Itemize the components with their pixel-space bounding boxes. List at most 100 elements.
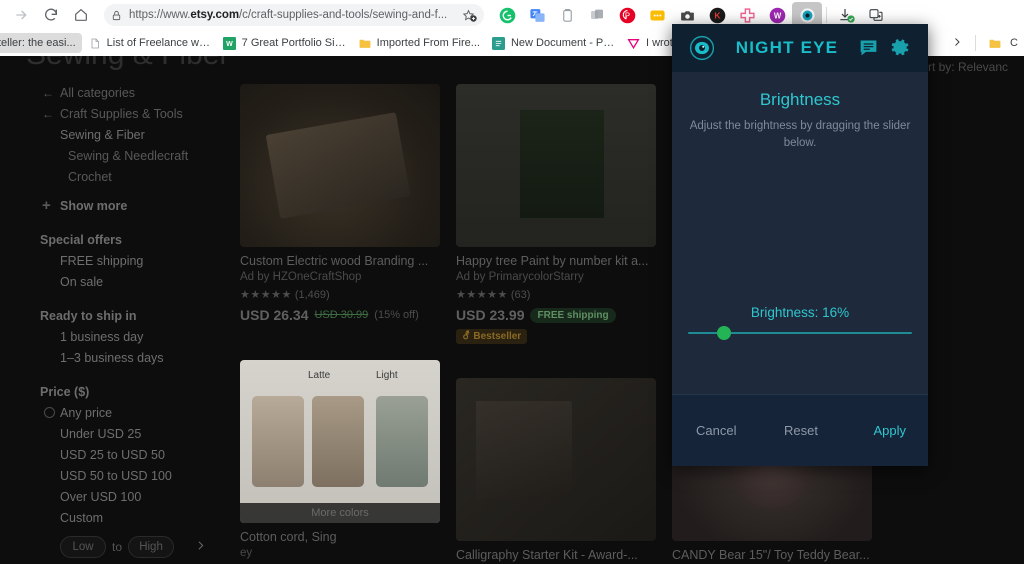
pinterest-save-extension-icon[interactable]: P — [612, 2, 642, 28]
sidebar-item-1-business-day[interactable]: 1 business day — [0, 326, 218, 347]
bookmark-label: New Document - Pr... — [510, 37, 615, 49]
sidebar-item-on-sale[interactable]: On sale — [0, 271, 218, 292]
google-translate-extension-icon[interactable] — [522, 2, 552, 28]
evernote-icon — [492, 36, 506, 50]
sidebar-item-label: USD 50 to USD 100 — [60, 468, 172, 483]
reload-icon — [45, 8, 57, 21]
product-rating: ★★★★★ (63) — [456, 288, 656, 301]
toolbar-divider — [826, 7, 827, 23]
bookmark-item[interactable]: New Document - Pr... — [486, 33, 621, 53]
product-image[interactable] — [456, 378, 656, 541]
product-title[interactable]: Calligraphy Starter Kit - Award-... — [456, 548, 656, 562]
price-low-input[interactable]: Low — [60, 536, 106, 558]
product-shop: Ad by HZOneCraftShop — [240, 271, 362, 283]
sidebar-heading-special-offers: Special offers — [40, 232, 122, 247]
sidebar-item-label: USD 25 to USD 50 — [60, 447, 165, 462]
home-button[interactable] — [66, 2, 96, 28]
sidebar-item-label: Any price — [60, 405, 113, 420]
cancel-button[interactable]: Cancel — [686, 423, 766, 438]
sidebar-item-label: Over USD 100 — [60, 489, 142, 504]
sidebar-item-50-to-100[interactable]: USD 50 to USD 100 — [0, 465, 218, 486]
chat-icon[interactable] — [858, 37, 880, 59]
bookmark-label: List of Freelance we... — [106, 37, 211, 49]
forward-button[interactable] — [6, 2, 36, 28]
gear-icon[interactable] — [890, 37, 912, 59]
bookmark-label: ckteller: the easi... — [0, 37, 76, 49]
grammarly-extension-icon[interactable] — [492, 2, 522, 28]
night-eye-header: NIGHT EYE — [672, 24, 928, 72]
document-icon — [88, 36, 102, 50]
sidebar-item-free-shipping[interactable]: FREE shipping — [0, 250, 218, 271]
review-count: (1,469) — [294, 289, 330, 301]
sidebar-item-sewing-needlecraft[interactable]: Sewing & Needlecraft — [0, 145, 218, 166]
bookmark-item[interactable]: Imported From Fire... — [352, 33, 486, 53]
color-swatch-label: Light — [376, 369, 398, 381]
product-image[interactable]: Latte Light More colors — [240, 360, 440, 523]
sidebar-item-1-3-business-days[interactable]: 1–3 business days — [0, 347, 218, 368]
bookmark-item[interactable]: W 7 Great Portfolio Sit... — [217, 33, 352, 53]
download-complete-badge-icon — [847, 14, 855, 23]
color-swatch-label: Latte — [308, 369, 331, 381]
svg-text:K: K — [714, 10, 721, 20]
sidebar-item-label: On sale — [60, 274, 104, 289]
sidebar-item-under-25[interactable]: Under USD 25 — [0, 423, 218, 444]
night-eye-body: Brightness Adjust the brightness by drag… — [672, 72, 928, 394]
bookmark-star-icon[interactable] — [462, 8, 477, 22]
sidebar-item-any-price[interactable]: Any price — [0, 402, 218, 423]
product-title[interactable]: CANDY Bear 15"/ Toy Teddy Bear... — [672, 548, 872, 562]
layers-extension-icon[interactable] — [582, 2, 612, 28]
vimeo-icon — [627, 36, 641, 50]
bookmark-item[interactable]: List of Freelance we... — [82, 33, 217, 53]
product-image[interactable] — [456, 84, 656, 247]
sidebar-item-crochet[interactable]: Crochet — [0, 166, 218, 187]
svg-text:W: W — [773, 11, 781, 20]
price-high-input[interactable]: High — [128, 536, 175, 558]
sidebar-item-sewing-fiber[interactable]: Sewing & Fiber — [0, 124, 218, 145]
award-icon: ⚦ — [462, 331, 471, 342]
sidebar-item-craft-supplies[interactable]: ← Craft Supplies & Tools — [0, 103, 218, 124]
bookmarks-overflow[interactable]: C — [951, 35, 1022, 51]
reset-button[interactable]: Reset — [766, 423, 836, 438]
bookmark-item[interactable]: ckteller: the easi... — [0, 33, 82, 53]
product-card[interactable]: Calligraphy Starter Kit - Award-... Wild… — [456, 378, 656, 564]
sidebar-item-25-to-50[interactable]: USD 25 to USD 50 — [0, 444, 218, 465]
sidebar-item-all-categories[interactable]: ← All categories — [0, 82, 218, 103]
brightness-slider-zone: Brightness: 16% — [688, 305, 912, 340]
arrow-left-icon: ← — [42, 85, 54, 100]
product-old-price: USD 30.99 — [314, 309, 369, 321]
radio-button[interactable] — [44, 407, 55, 418]
address-bar[interactable]: https://www.etsy.com/c/craft-supplies-an… — [104, 4, 484, 26]
home-icon — [75, 8, 87, 21]
product-card[interactable]: Happy tree Paint by number kit a... Ad b… — [456, 84, 656, 344]
bestseller-badge: ⚦ Bestseller — [456, 329, 528, 344]
price-apply-button[interactable] — [194, 539, 207, 556]
product-title[interactable]: Custom Electric wood Branding ... — [240, 254, 440, 268]
brightness-slider[interactable] — [688, 326, 912, 340]
product-title[interactable]: Happy tree Paint by number kit a... — [456, 254, 656, 268]
product-price-row: USD 26.34 USD 30.99 (15% off) — [240, 307, 440, 323]
sidebar-item-over-100[interactable]: Over USD 100 — [0, 486, 218, 507]
product-card[interactable]: Latte Light More colors Cotton cord, Sin… — [240, 360, 440, 564]
product-image[interactable] — [240, 84, 440, 247]
sidebar-item-custom[interactable]: Custom — [0, 507, 218, 528]
arrow-forward-icon — [16, 10, 27, 20]
folder-icon[interactable] — [988, 36, 1002, 50]
apply-button[interactable]: Apply — [836, 423, 914, 438]
brightness-slider-thumb[interactable] — [716, 326, 731, 340]
chevron-right-icon[interactable] — [951, 36, 963, 51]
sidebar-show-more[interactable]: + Show more — [0, 195, 218, 216]
product-card[interactable]: Custom Electric wood Branding ... Ad by … — [240, 84, 440, 344]
notes-extension-icon[interactable] — [642, 2, 672, 28]
product-price: USD 23.99 — [456, 307, 525, 323]
night-eye-popup: NIGHT EYE Brightness Adjust the brightne… — [672, 24, 928, 466]
sidebar-item-label: Sewing & Fiber — [60, 127, 145, 142]
reload-button[interactable] — [36, 2, 66, 28]
sidebar-item-label: 1–3 business days — [60, 350, 164, 365]
clipboard-extension-icon[interactable] — [552, 2, 582, 28]
free-shipping-badge: FREE shipping — [530, 307, 616, 323]
sidebar-item-label: Custom — [60, 510, 104, 525]
sidebar-item-label: FREE shipping — [60, 253, 144, 268]
product-title[interactable]: Cotton cord, Sing — [240, 530, 440, 544]
product-price-row: USD 23.99 FREE shipping — [456, 307, 656, 323]
plus-icon: + — [42, 197, 51, 214]
